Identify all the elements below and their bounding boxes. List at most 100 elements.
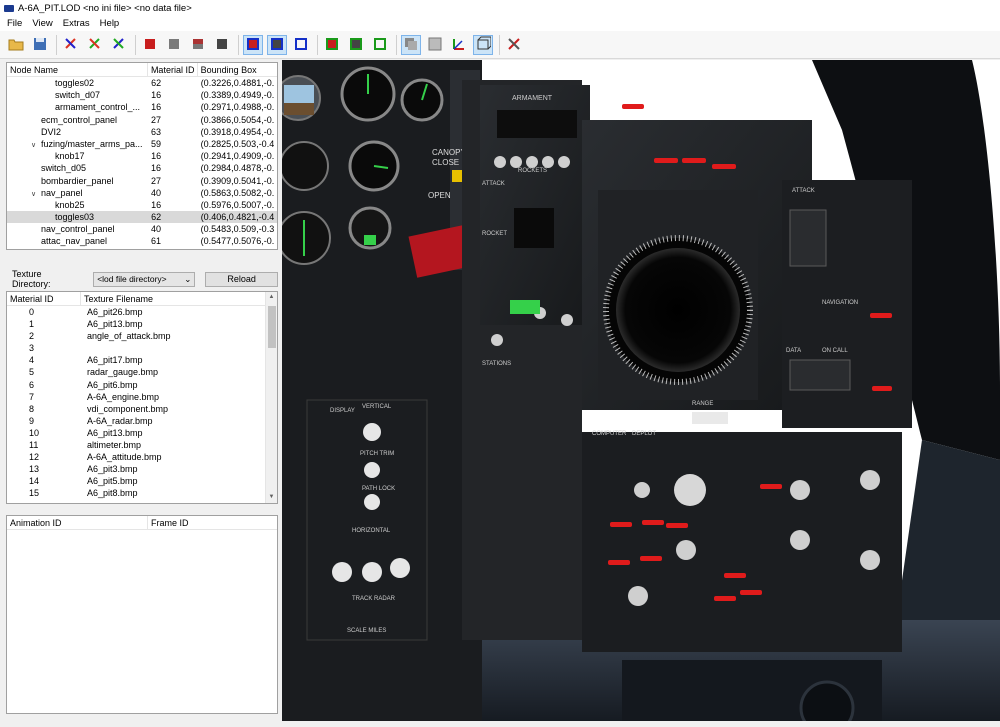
gray-cube-icon bbox=[166, 36, 182, 54]
texture-row[interactable]: 0 A6_pit26.bmp bbox=[7, 306, 277, 318]
node-bounding-box: (0.2971,0.4988,-0. bbox=[200, 102, 275, 113]
menu-extras[interactable]: Extras bbox=[58, 18, 95, 29]
node-material-id: 59 bbox=[151, 138, 162, 149]
red-cube-button[interactable] bbox=[140, 35, 160, 55]
texture-filename: A6_pit8.bmp bbox=[87, 488, 138, 499]
blue-wire-cube-button[interactable] bbox=[267, 34, 287, 55]
gray-stack-button[interactable] bbox=[401, 34, 421, 55]
scroll-thumb[interactable] bbox=[268, 306, 276, 348]
node-name: fuzing/master_arms_pa... bbox=[41, 138, 143, 149]
texture-row[interactable]: 3 bbox=[7, 342, 277, 354]
blue-wire-cube-red-button[interactable] bbox=[243, 34, 263, 55]
app-icon bbox=[4, 4, 14, 12]
tree-row[interactable]: bombardier_panel 27 (0.3909,0.5041,-0. bbox=[7, 175, 277, 187]
texture-row[interactable]: 12 A-6A_attitude.bmp bbox=[7, 451, 277, 463]
texture-list-panel: Material ID Texture Filename 0 A6_pit26.b… bbox=[6, 291, 278, 504]
tree-row[interactable]: switch_d07 16 (0.3389,0.4949,-0. bbox=[7, 89, 277, 101]
texture-row[interactable]: 9 A-6A_radar.bmp bbox=[7, 415, 277, 427]
menu-file[interactable]: File bbox=[2, 18, 27, 29]
header-tex-material-id[interactable]: Material ID bbox=[7, 292, 81, 305]
texture-filename: A6_pit3.bmp bbox=[87, 464, 138, 475]
texture-directory-select[interactable]: <lod file directory> ⌄ bbox=[93, 271, 196, 287]
svg-text:SCALE MILES: SCALE MILES bbox=[347, 628, 386, 634]
texture-row[interactable]: 6 A6_pit6.bmp bbox=[7, 379, 277, 391]
red-gray-cube-button[interactable] bbox=[188, 35, 208, 55]
texture-filename bbox=[81, 342, 261, 354]
node-bounding-box: (0.5483,0.509,-0.3 bbox=[200, 224, 275, 235]
tree-row[interactable]: toggles03 62 (0.406,0.4821,-0.4 bbox=[7, 211, 277, 224]
texture-material-id: 3 bbox=[29, 343, 35, 354]
tree-row[interactable]: ∨ fuzing/master_arms_pa... 59 (0.2825,0.503… bbox=[7, 138, 277, 150]
chevron-down-icon: ⌄ bbox=[184, 273, 192, 284]
tree-row[interactable]: attac_nav_panel 61 (0.5477,0.5076,-0. bbox=[7, 235, 277, 247]
texture-row[interactable]: 10 A6_pit13.bmp bbox=[7, 427, 277, 439]
dark-cube-button[interactable] bbox=[212, 35, 232, 55]
texture-row[interactable]: 7 A-6A_engine.bmp bbox=[7, 391, 277, 403]
svg-text:ON CALL: ON CALL bbox=[822, 348, 848, 354]
reload-button[interactable]: Reload bbox=[205, 271, 278, 287]
texture-row[interactable]: 5 radar_gauge.bmp bbox=[7, 366, 277, 378]
gray-stack-icon bbox=[403, 36, 419, 54]
save-disk-button[interactable] bbox=[30, 35, 50, 55]
tree-row[interactable]: knob17 16 (0.2941,0.4909,-0. bbox=[7, 150, 277, 162]
toolbar-separator bbox=[135, 34, 136, 55]
green-outline-cube-button[interactable] bbox=[370, 35, 390, 55]
texture-row[interactable]: 14 A6_pit5.bmp bbox=[7, 475, 277, 487]
tools-button[interactable] bbox=[504, 35, 524, 55]
texture-row[interactable]: 13 A6_pit3.bmp bbox=[7, 463, 277, 475]
tree-row[interactable]: ecm_control_panel 27 (0.3866,0.5054,-0. bbox=[7, 114, 277, 126]
texture-row[interactable]: 15 A6_pit8.bmp bbox=[7, 487, 277, 499]
axis-x-rotate-button[interactable] bbox=[61, 35, 81, 55]
texture-row[interactable]: 4 A6_pit17.bmp bbox=[7, 354, 277, 366]
green-cube-icon bbox=[348, 36, 364, 54]
node-bounding-box: (0.3909,0.5041,-0. bbox=[200, 175, 275, 186]
menu-view[interactable]: View bbox=[27, 18, 57, 29]
blue-outline-cube-button[interactable] bbox=[291, 35, 311, 55]
texture-material-id: 2 bbox=[29, 331, 35, 342]
red-gray-cube-icon bbox=[190, 36, 206, 54]
tree-row[interactable]: toggles02 62 (0.3226,0.4881,-0. bbox=[7, 77, 277, 89]
tree-row[interactable]: armament_control_... 16 (0.2971,0.4988,-0. bbox=[7, 101, 277, 113]
header-texture-filename[interactable]: Texture Filename bbox=[81, 292, 265, 305]
texture-row[interactable]: 2 angle_of_attack.bmp bbox=[7, 330, 277, 342]
node-bounding-box: (0.2984,0.4878,-0. bbox=[200, 163, 275, 174]
header-bounding-box[interactable]: Bounding Box bbox=[198, 63, 277, 76]
axis-y-rotate-button[interactable] bbox=[85, 35, 105, 55]
menu-bar: File View Extras Help bbox=[0, 16, 1000, 31]
node-name: attac_nav_panel bbox=[41, 236, 108, 247]
menu-help[interactable]: Help bbox=[95, 18, 125, 29]
scroll-up-icon[interactable]: ▲ bbox=[266, 292, 277, 303]
green-cube-button[interactable] bbox=[346, 35, 366, 55]
texture-list-scrollbar[interactable]: ▲ ▼ bbox=[265, 292, 277, 503]
tree-row[interactable]: switch_d05 16 (0.2984,0.4878,-0. bbox=[7, 162, 277, 174]
texture-row[interactable]: 1 A6_pit13.bmp bbox=[7, 318, 277, 330]
3d-viewport[interactable]: CANOPY CLOSE OPEN ARMAMENT ROCKETS ATTAC… bbox=[282, 60, 1000, 721]
open-folder-button[interactable] bbox=[6, 35, 26, 55]
svg-text:ROCKET: ROCKET bbox=[482, 231, 507, 237]
chevron-down-icon[interactable]: ∨ bbox=[31, 140, 41, 150]
header-frame-id[interactable]: Frame ID bbox=[148, 516, 277, 529]
node-material-id: 63 bbox=[151, 126, 162, 137]
tree-row[interactable]: knob25 16 (0.5976,0.5007,-0. bbox=[7, 199, 277, 211]
tree-row[interactable]: nav_control_panel 40 (0.5483,0.509,-0.3 bbox=[7, 223, 277, 235]
node-tree-header: Node Name Material ID Bounding Box bbox=[7, 63, 277, 77]
scroll-down-icon[interactable]: ▼ bbox=[266, 492, 277, 503]
axes-button[interactable] bbox=[449, 35, 469, 55]
tree-row[interactable]: ∨ nav_panel 40 (0.5863,0.5082,-0. bbox=[7, 187, 277, 199]
node-bounding-box: (0.3918,0.4954,-0. bbox=[200, 126, 275, 137]
header-animation-id[interactable]: Animation ID bbox=[7, 516, 148, 529]
texture-row[interactable]: 11 altimeter.bmp bbox=[7, 439, 277, 451]
gray-cube-button[interactable] bbox=[164, 35, 184, 55]
texture-material-id: 8 bbox=[29, 403, 35, 414]
axis-z-rotate-button[interactable] bbox=[109, 35, 129, 55]
node-bounding-box: (0.406,0.4821,-0.4 bbox=[200, 212, 275, 223]
header-node-name[interactable]: Node Name bbox=[7, 63, 148, 76]
gray-texture-button[interactable] bbox=[425, 35, 445, 55]
texture-row[interactable]: 8 vdi_component.bmp bbox=[7, 403, 277, 415]
green-wire-cube-red-button[interactable] bbox=[322, 35, 342, 55]
bounding-box-button[interactable] bbox=[473, 34, 493, 55]
chevron-down-icon[interactable]: ∨ bbox=[31, 189, 41, 199]
tree-row[interactable]: DVI2 63 (0.3918,0.4954,-0. bbox=[7, 126, 277, 138]
header-material-id[interactable]: Material ID bbox=[148, 63, 198, 76]
texture-filename: A-6A_attitude.bmp bbox=[87, 452, 162, 463]
